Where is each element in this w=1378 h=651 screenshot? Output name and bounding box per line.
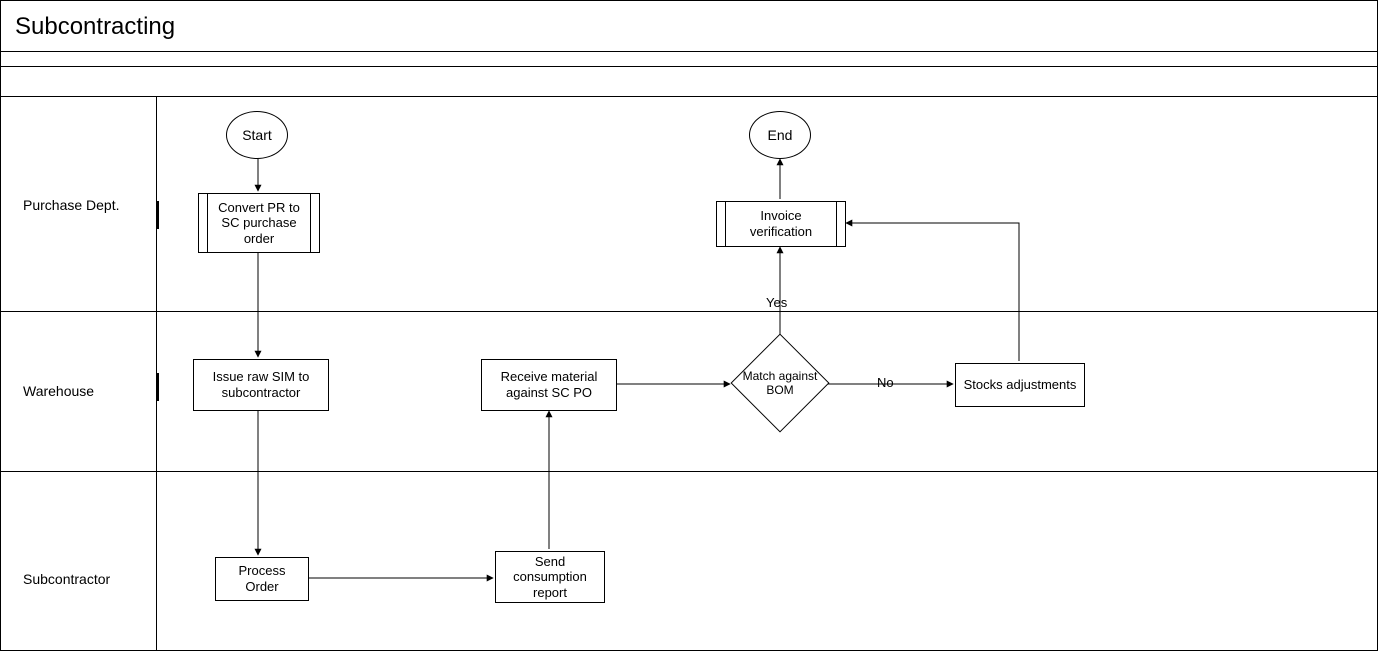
lane-tick-purchase	[156, 201, 159, 229]
lane-mid1-line	[1, 311, 1377, 312]
start-label: Start	[242, 127, 272, 143]
start-node: Start	[226, 111, 288, 159]
node-match-bom: Match against BOM	[732, 335, 828, 431]
node-receive-material-label: Receive material against SC PO	[482, 369, 616, 400]
node-send-consumption-report-label: Send consumption report	[496, 554, 604, 601]
lane-label-warehouse: Warehouse	[23, 383, 133, 399]
node-invoice-verification-label: Invoice verification	[717, 208, 845, 239]
lane-tick-warehouse	[156, 373, 159, 401]
node-stocks-adjustments-label: Stocks adjustments	[958, 377, 1083, 393]
edge-label-yes: Yes	[766, 295, 787, 310]
arrow-stocks-to-invoice	[846, 223, 1019, 361]
node-receive-material: Receive material against SC PO	[481, 359, 617, 411]
node-issue-raw-sim-label: Issue raw SIM to subcontractor	[194, 369, 328, 400]
sub-title-separator-line	[1, 66, 1377, 67]
edge-label-no: No	[877, 375, 894, 390]
node-process-order: Process Order	[215, 557, 309, 601]
decision-diamond	[731, 334, 830, 433]
lane-top-line	[1, 96, 1377, 97]
node-convert-pr-label: Convert PR to SC purchase order	[199, 200, 319, 247]
node-stocks-adjustments: Stocks adjustments	[955, 363, 1085, 407]
node-send-consumption-report: Send consumption report	[495, 551, 605, 603]
end-node: End	[749, 111, 811, 159]
end-label: End	[768, 127, 793, 143]
node-invoice-verification: Invoice verification	[716, 201, 846, 247]
lane-mid2-line	[1, 471, 1377, 472]
lane-label-subcontractor: Subcontractor	[23, 571, 133, 587]
swimlane-diagram: Subcontracting Purchase Dept. Warehouse …	[0, 0, 1378, 651]
node-process-order-label: Process Order	[216, 563, 308, 594]
node-convert-pr: Convert PR to SC purchase order	[198, 193, 320, 253]
lane-label-purchase: Purchase Dept.	[23, 197, 133, 213]
flow-arrows	[1, 1, 1378, 651]
title-separator-line	[1, 51, 1377, 52]
diagram-title: Subcontracting	[15, 13, 175, 41]
node-issue-raw-sim: Issue raw SIM to subcontractor	[193, 359, 329, 411]
